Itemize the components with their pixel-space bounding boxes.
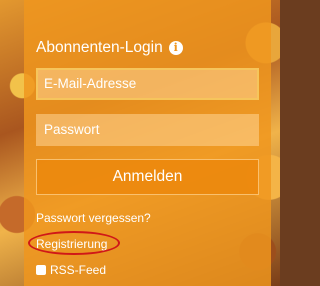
forgot-password-link[interactable]: Passwort vergessen? [36, 211, 259, 225]
password-placeholder: Passwort [44, 122, 100, 137]
info-icon[interactable]: i [168, 41, 183, 55]
register-wrapper: Registrierung [28, 231, 259, 255]
rss-label: RSS-Feed [50, 263, 107, 277]
subscriber-login-panel: Abonnenten-Login i E-Mail-Adresse Passwo… [24, 0, 271, 286]
login-button[interactable]: Anmelden [36, 159, 259, 195]
email-field[interactable]: E-Mail-Adresse [36, 68, 259, 100]
highlight-ellipse [28, 231, 120, 255]
rss-feed-link[interactable]: RSS-Feed [36, 263, 259, 277]
email-placeholder: E-Mail-Adresse [44, 76, 137, 91]
login-title: Abonnenten-Login [36, 39, 163, 56]
password-field[interactable]: Passwort [36, 114, 259, 146]
login-header: Abonnenten-Login i [36, 38, 259, 58]
rss-icon [36, 265, 46, 275]
